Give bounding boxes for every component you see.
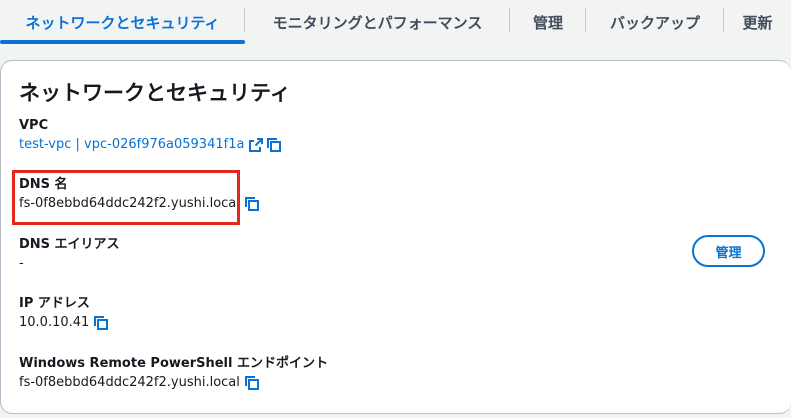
dns-alias-label: DNS エイリアス xyxy=(19,237,120,252)
dns-name-highlight-box xyxy=(12,170,240,225)
copy-icon[interactable] xyxy=(266,137,282,153)
copy-icon[interactable] xyxy=(244,375,260,391)
tab-label: モニタリングとパフォーマンス xyxy=(272,13,483,32)
powershell-endpoint-field: Windows Remote PowerShell エンドポイント fs-0f8… xyxy=(19,355,328,393)
dns-alias-field: DNS エイリアス - xyxy=(19,236,120,274)
tab-network-security[interactable]: ネットワークとセキュリティ xyxy=(0,0,245,44)
copy-icon[interactable] xyxy=(93,315,109,331)
ip-address-value: 10.0.10.41 xyxy=(19,315,90,330)
dns-alias-value: - xyxy=(19,256,24,271)
external-link-icon[interactable] xyxy=(248,137,264,153)
powershell-endpoint-label: Windows Remote PowerShell エンドポイント xyxy=(19,356,328,371)
vpc-field: VPC test-vpc | vpc-026f976a059341f1a xyxy=(19,117,282,155)
ip-address-label: IP アドレス xyxy=(19,296,90,311)
network-security-panel: ネットワークとセキュリティ VPC test-vpc | vpc-026f976… xyxy=(0,60,791,414)
tab-bar: ネットワークとセキュリティ モニタリングとパフォーマンス 管理 バックアップ 更… xyxy=(0,0,791,44)
tab-label: 管理 xyxy=(532,13,563,32)
tab-backups[interactable]: バックアップ xyxy=(586,0,724,44)
ip-address-field: IP アドレス 10.0.10.41 xyxy=(19,295,109,333)
tab-administration[interactable]: 管理 xyxy=(510,0,586,44)
copy-icon[interactable] xyxy=(244,196,260,212)
powershell-endpoint-value: fs-0f8ebbd64ddc242f2.yushi.local xyxy=(19,375,240,390)
tab-label: バックアップ xyxy=(609,13,700,32)
tab-label: ネットワークとセキュリティ xyxy=(25,13,220,32)
panel-title: ネットワークとセキュリティ xyxy=(19,81,291,105)
manage-button[interactable]: 管理 xyxy=(692,235,765,267)
vpc-label: VPC xyxy=(19,118,49,133)
tab-label: 更新 xyxy=(742,13,773,32)
tab-monitoring-performance[interactable]: モニタリングとパフォーマンス xyxy=(245,0,510,44)
tab-updates[interactable]: 更新 xyxy=(724,0,791,44)
vpc-link[interactable]: test-vpc | vpc-026f976a059341f1a xyxy=(19,135,244,155)
